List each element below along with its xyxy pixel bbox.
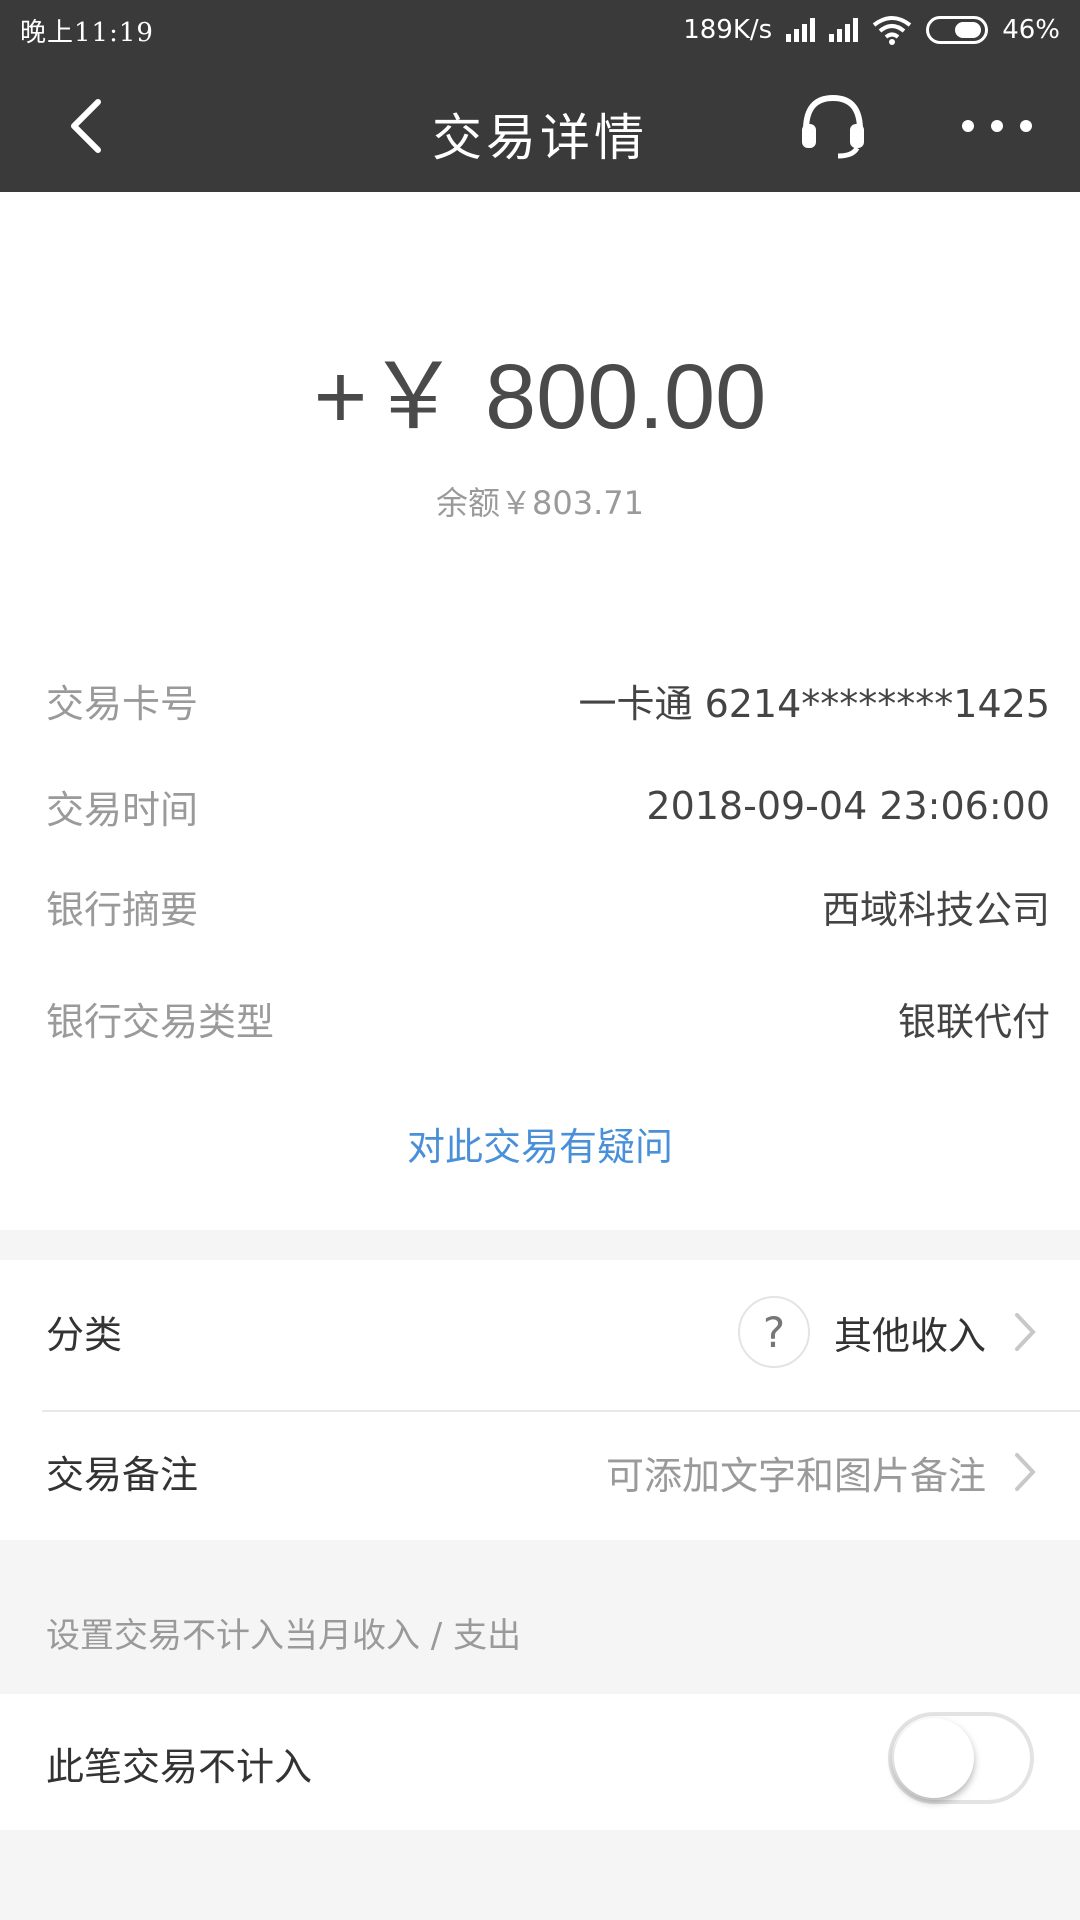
chevron-right-icon (1010, 1310, 1040, 1354)
category-row[interactable]: 分类 ? 其他收入 (0, 1260, 1080, 1400)
account-balance: 余额￥803.71 (436, 484, 644, 522)
more-dots-icon (1020, 120, 1032, 132)
detail-row-summary: 银行摘要 西域科技公司 (46, 876, 1050, 936)
category-value: 其他收入 (833, 1313, 986, 1358)
battery-icon (926, 16, 989, 44)
note-placeholder: 可添加文字和图片备注 (605, 1453, 986, 1498)
signal-icon (829, 18, 859, 42)
detail-value: 一卡通 6214********1425 (578, 681, 1051, 726)
note-input[interactable]: 可添加文字和图片备注 (606, 1436, 1040, 1508)
category-card: 分类 ? 其他收入 交易备注 可添加文字和图片备注 (0, 1260, 1080, 1540)
more-button[interactable] (962, 106, 1032, 146)
note-row[interactable]: 交易备注 可添加文字和图片备注 (0, 1400, 1080, 1540)
category-label: 分类 (46, 1313, 123, 1357)
exclude-toggle-label: 此笔交易不计入 (46, 1745, 313, 1789)
exclude-toggle-row: 此笔交易不计入 (0, 1694, 1080, 1830)
detail-row-type: 银行交易类型 银联代付 (46, 988, 1050, 1048)
headset-icon (802, 94, 864, 159)
detail-row-time: 交易时间 2018-09-04 23:06:00 (46, 776, 1050, 836)
transaction-question-link[interactable]: 对此交易有疑问 (0, 1116, 1080, 1171)
section-header: 设置交易不计入当月收入 / 支出 (46, 1616, 522, 1656)
detail-row-card-number: 交易卡号 一卡通 6214********1425 (46, 670, 1050, 730)
detail-label: 银行交易类型 (46, 999, 275, 1044)
network-speed: 189K/s (683, 15, 773, 45)
signal-icon (786, 18, 816, 42)
exclude-toggle-switch[interactable] (888, 1712, 1034, 1804)
toggle-knob (894, 1718, 974, 1798)
transaction-amount: +￥ 800.00 (313, 346, 767, 448)
customer-service-button[interactable] (798, 90, 868, 160)
page-title: 交易详情 (432, 109, 648, 167)
detail-value: 银联代付 (897, 999, 1050, 1044)
wifi-icon (872, 16, 912, 45)
status-bar: 晚上11:19 189K/s 46% (0, 0, 1080, 60)
note-label: 交易备注 (46, 1453, 199, 1497)
app-bar: 交易详情 (0, 60, 1080, 192)
detail-value: 西域科技公司 (821, 887, 1050, 932)
detail-label: 交易时间 (46, 787, 199, 832)
transaction-summary: +￥ 800.00 余额￥803.71 交易卡号 一卡通 6214*******… (0, 192, 1080, 1230)
question-mark-icon: ? (737, 1296, 810, 1368)
battery-level: 46% (1002, 15, 1060, 45)
detail-value: 2018-09-04 23:06:00 (646, 784, 1050, 828)
chevron-right-icon (1010, 1450, 1040, 1494)
more-dots-icon (991, 120, 1003, 132)
more-dots-icon (962, 120, 974, 132)
detail-label: 交易卡号 (46, 681, 199, 726)
status-icons: 189K/s 46% (683, 15, 1060, 45)
detail-label: 银行摘要 (46, 887, 199, 932)
status-time: 晚上11:19 (20, 17, 154, 48)
category-selector[interactable]: ? 其他收入 (737, 1296, 1040, 1368)
